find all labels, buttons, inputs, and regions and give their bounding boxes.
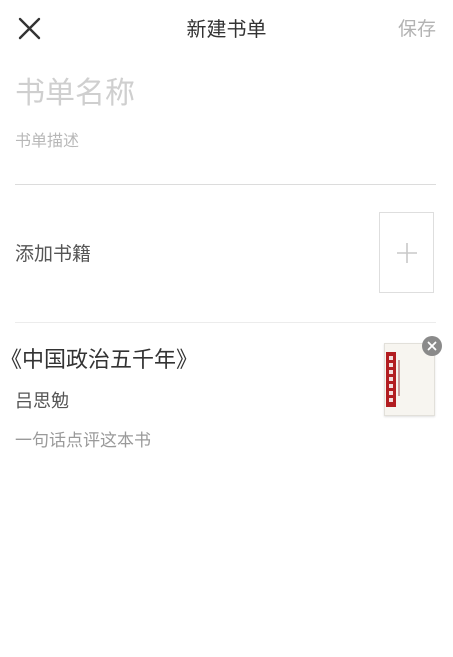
add-books-label: 添加书籍 [15, 243, 92, 265]
cover-subtitle-mark [398, 360, 400, 396]
book-title: 《中国政治五千年》 [0, 348, 199, 373]
cover-title-marks [387, 356, 395, 402]
save-button[interactable]: 保存 [398, 16, 436, 42]
plus-icon [397, 243, 417, 263]
top-bar: 新建书单 保存 [0, 0, 453, 58]
divider [15, 322, 436, 323]
remove-icon [427, 341, 437, 351]
booklist-name-input[interactable] [15, 72, 435, 114]
book-author: 吕思勉 [15, 391, 69, 412]
add-book-button[interactable] [379, 212, 434, 293]
book-comment-input[interactable] [15, 428, 355, 454]
divider [15, 184, 436, 185]
remove-book-button[interactable] [422, 336, 442, 356]
booklist-description-input[interactable] [15, 128, 435, 152]
page-title: 新建书单 [186, 17, 267, 41]
